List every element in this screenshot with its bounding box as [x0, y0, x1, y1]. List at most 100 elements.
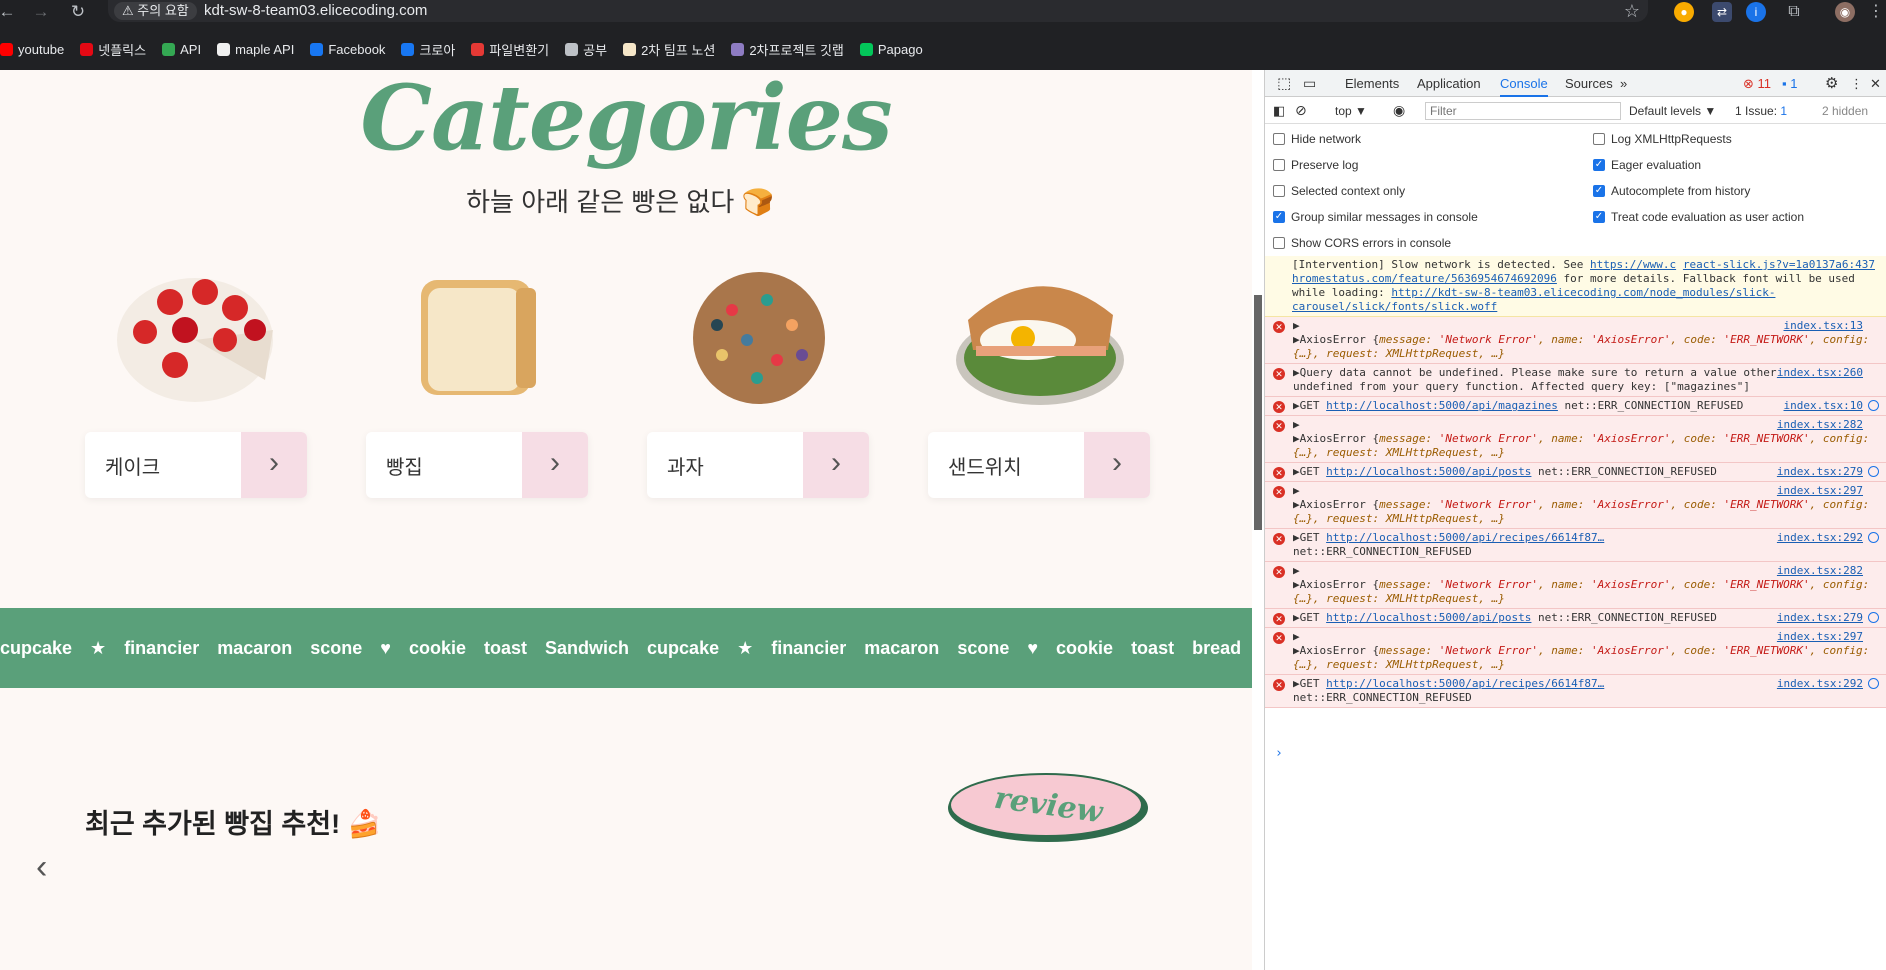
- console-setting-option[interactable]: ✓ Treat code evaluation as user action: [1593, 210, 1804, 224]
- reload-icon[interactable]: ↻: [67, 1, 89, 23]
- review-badge[interactable]: review: [945, 770, 1151, 844]
- more-tabs-icon[interactable]: »: [1620, 70, 1627, 97]
- close-devtools-icon[interactable]: ✕: [1870, 70, 1881, 97]
- checkbox[interactable]: [1273, 133, 1285, 145]
- live-expression-eye-icon[interactable]: ◉: [1393, 102, 1405, 119]
- console-setting-option[interactable]: ✓ Eager evaluation: [1593, 158, 1701, 172]
- category-button[interactable]: 과자 ›: [647, 432, 869, 498]
- request-url[interactable]: http://localhost:5000/api/posts: [1326, 465, 1531, 478]
- console-setting-option[interactable]: Selected context only: [1273, 184, 1405, 198]
- back-icon[interactable]: ←: [0, 1, 18, 23]
- tab-application[interactable]: Application: [1417, 70, 1481, 97]
- checkbox[interactable]: [1273, 185, 1285, 197]
- url-text[interactable]: kdt-sw-8-team03.elicecoding.com: [204, 2, 427, 20]
- checkbox[interactable]: [1273, 159, 1285, 171]
- chevron-right-icon[interactable]: ›: [1084, 432, 1150, 498]
- bookmark-star-icon[interactable]: ☆: [1624, 0, 1640, 22]
- request-url[interactable]: http://localhost:5000/api/posts: [1326, 611, 1531, 624]
- extension-translate-icon[interactable]: ⇄: [1712, 2, 1732, 22]
- bookmark-item[interactable]: 2차 팀프 노션: [623, 40, 715, 59]
- sidebar-toggle-icon[interactable]: ◧: [1273, 103, 1285, 119]
- tab-elements[interactable]: Elements: [1345, 70, 1399, 97]
- source-link[interactable]: index.tsx:279: [1776, 611, 1863, 625]
- carousel-prev-icon[interactable]: ‹: [36, 850, 47, 884]
- source-link[interactable]: index.tsx:297: [1776, 630, 1863, 644]
- profile-avatar[interactable]: ◉: [1835, 2, 1855, 22]
- extension-lightbulb-icon[interactable]: ●: [1674, 2, 1694, 22]
- bookmarks-bar: youtube 넷플릭스 API maple API Facebook 크로아 파일변환기 공…: [0, 36, 1886, 62]
- source-link[interactable]: index.tsx:297: [1776, 484, 1863, 498]
- request-url[interactable]: http://localhost:5000/api/recipes/6614f8…: [1326, 531, 1604, 544]
- source-link[interactable]: index.tsx:292: [1776, 677, 1863, 691]
- bookmark-item[interactable]: youtube: [0, 42, 64, 57]
- checkbox[interactable]: [1593, 133, 1605, 145]
- source-link[interactable]: index.tsx:282: [1776, 418, 1863, 432]
- source-link[interactable]: index.tsx:282: [1776, 564, 1863, 578]
- context-select[interactable]: top ▼: [1335, 104, 1367, 118]
- bookmark-item[interactable]: 크로아: [401, 40, 455, 59]
- category-button[interactable]: 샌드위치 ›: [928, 432, 1150, 498]
- security-chip[interactable]: ⚠ 주의 요함: [114, 2, 197, 20]
- devtools-menu-icon[interactable]: ⋮: [1850, 70, 1863, 97]
- log-levels-select[interactable]: Default levels ▼: [1629, 104, 1716, 118]
- console-setting-option[interactable]: ✓ Autocomplete from history: [1593, 184, 1750, 198]
- checkbox-checked[interactable]: ✓: [1593, 185, 1605, 197]
- message-count-badge[interactable]: ▪ 1: [1782, 70, 1797, 97]
- bookmark-item[interactable]: 넷플릭스: [80, 40, 146, 59]
- globe-icon[interactable]: [1868, 612, 1879, 623]
- tab-console[interactable]: Console: [1500, 70, 1548, 97]
- inspect-element-icon[interactable]: ⬚: [1277, 70, 1291, 97]
- console-setting-option[interactable]: Log XMLHttpRequests: [1593, 132, 1732, 146]
- source-link[interactable]: index.tsx:279: [1776, 465, 1863, 479]
- checkbox[interactable]: [1273, 237, 1285, 249]
- bookmark-item[interactable]: 2차프로젝트 깃랩: [731, 40, 844, 59]
- forward-icon[interactable]: →: [30, 1, 52, 23]
- checkbox-checked[interactable]: ✓: [1593, 211, 1605, 223]
- checkbox-checked[interactable]: ✓: [1273, 211, 1285, 223]
- console-filter-input[interactable]: [1425, 102, 1621, 120]
- bookmark-item[interactable]: Papago: [859, 42, 923, 57]
- bookmark-item[interactable]: 공부: [565, 40, 607, 59]
- warning-link-cont[interactable]: hromestatus.com/feature/5636954674692096: [1292, 272, 1557, 285]
- chevron-right-icon[interactable]: ›: [241, 432, 307, 498]
- maple-icon: [217, 42, 231, 56]
- source-link[interactable]: index.tsx:260: [1776, 366, 1863, 380]
- issues-button[interactable]: 1 Issue: 1: [1735, 104, 1787, 118]
- console-setting-option[interactable]: ✓ Group similar messages in console: [1273, 210, 1478, 224]
- scroll-thumb[interactable]: [1254, 295, 1262, 530]
- device-toolbar-icon[interactable]: ▭: [1303, 70, 1316, 97]
- source-link[interactable]: index.tsx:10: [1783, 399, 1863, 413]
- console-setting-option[interactable]: Hide network: [1273, 132, 1361, 146]
- chevron-right-icon[interactable]: ›: [522, 432, 588, 498]
- globe-icon[interactable]: [1868, 400, 1879, 411]
- settings-gear-icon[interactable]: ⚙: [1825, 70, 1838, 97]
- chevron-right-icon[interactable]: ›: [803, 432, 869, 498]
- console-setting-option[interactable]: Show CORS errors in console: [1273, 236, 1451, 250]
- clear-console-icon[interactable]: ⊘: [1295, 102, 1307, 119]
- globe-icon[interactable]: [1868, 678, 1879, 689]
- bookmark-item[interactable]: API: [162, 42, 201, 57]
- page-scrollbar[interactable]: [1252, 70, 1264, 970]
- request-url[interactable]: http://localhost:5000/api/recipes/6614f8…: [1326, 677, 1604, 690]
- request-url[interactable]: http://localhost:5000/api/magazines: [1326, 399, 1558, 412]
- bookmark-item[interactable]: 파일변환기: [471, 40, 549, 59]
- browser-menu-icon[interactable]: ⋮: [1866, 2, 1886, 22]
- warning-link[interactable]: https://www.c: [1590, 258, 1676, 271]
- error-count-badge[interactable]: ⊗ 11: [1743, 70, 1771, 97]
- source-link[interactable]: index.tsx:13: [1783, 319, 1863, 333]
- category-button[interactable]: 케이크 ›: [85, 432, 307, 498]
- console-prompt[interactable]: ›: [1275, 746, 1283, 761]
- console-setting-option[interactable]: Preserve log: [1273, 158, 1358, 172]
- globe-icon[interactable]: [1868, 466, 1879, 477]
- source-link[interactable]: react-slick.js?v=1a0137a6:437: [1682, 258, 1875, 272]
- source-link[interactable]: index.tsx:292: [1776, 531, 1863, 545]
- globe-icon[interactable]: [1868, 532, 1879, 543]
- category-button[interactable]: 빵집 ›: [366, 432, 588, 498]
- checkbox-checked[interactable]: ✓: [1593, 159, 1605, 171]
- bookmark-item[interactable]: Facebook: [310, 42, 385, 57]
- extensions-puzzle-icon[interactable]: ⧉: [1784, 2, 1804, 22]
- tab-sources[interactable]: Sources: [1565, 70, 1613, 97]
- bookmark-item[interactable]: maple API: [217, 42, 294, 57]
- address-bar[interactable]: ⚠ 주의 요함 kdt-sw-8-team03.elicecoding.com …: [108, 0, 1648, 22]
- extension-info-icon[interactable]: i: [1746, 2, 1766, 22]
